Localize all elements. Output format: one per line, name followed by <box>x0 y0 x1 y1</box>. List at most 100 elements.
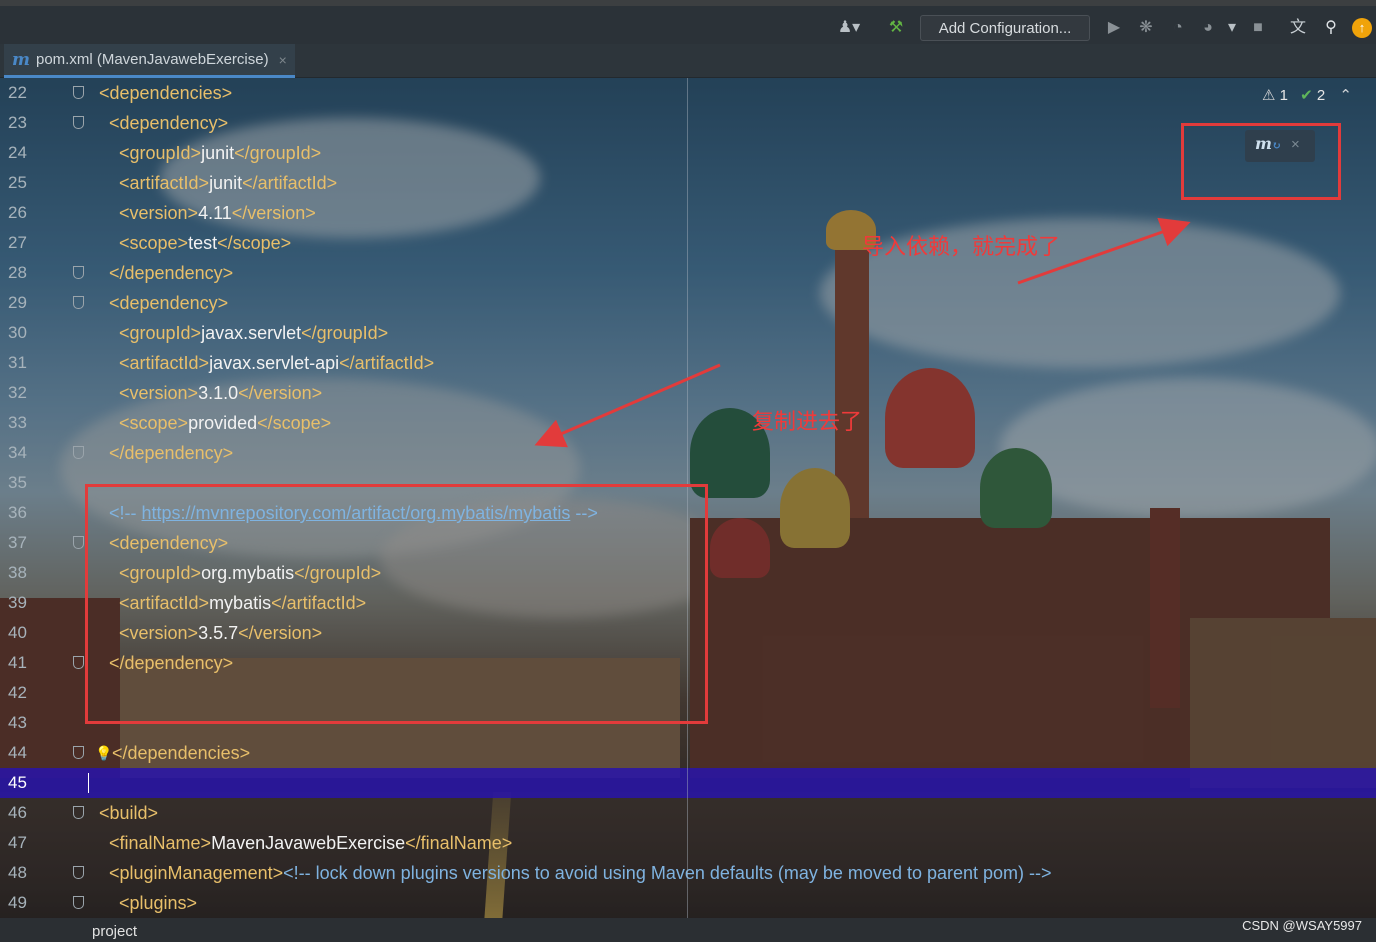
fold-marker-icon[interactable] <box>73 86 84 99</box>
line-number: 22 <box>8 83 27 102</box>
fold-marker-icon[interactable] <box>73 446 84 459</box>
code-line[interactable]: 30 <groupId>javax.servlet</groupId> <box>0 318 1376 348</box>
xml-tag: </scope> <box>217 233 292 253</box>
breadcrumb[interactable]: project <box>92 923 137 940</box>
line-number: 34 <box>8 443 27 462</box>
fold-marker-icon[interactable] <box>73 266 84 279</box>
run-icon[interactable]: ▶ <box>1104 18 1124 38</box>
fold-marker-icon[interactable] <box>73 536 84 549</box>
annotation-box-popup <box>1181 123 1341 200</box>
fold-marker-icon[interactable] <box>73 896 84 909</box>
code-line[interactable]: 23 <dependency> <box>0 108 1376 138</box>
code-line[interactable]: 29 <dependency> <box>0 288 1376 318</box>
xml-tag: <groupId> <box>119 143 202 163</box>
update-icon[interactable]: ↑ <box>1352 18 1372 38</box>
inspection-widget[interactable]: ⚠ 1 ✔ 2 ⌃ <box>1262 86 1352 106</box>
code-text: <version>3.1.0</version> <box>119 378 322 408</box>
watermark: CSDN @WSAY5997 <box>1242 918 1362 933</box>
code-line[interactable]: 31 <artifactId>javax.servlet-api</artifac… <box>0 348 1376 378</box>
more-dropdown-icon[interactable]: ▾ <box>1222 18 1242 38</box>
profile-icon[interactable]: ◕ <box>1198 18 1218 38</box>
translate-icon[interactable]: 文 <box>1288 18 1308 38</box>
code-line[interactable]: 33 <scope>provided</scope> <box>0 408 1376 438</box>
code-line[interactable]: 22 <dependencies> <box>0 78 1376 108</box>
fold-marker-icon[interactable] <box>73 116 84 129</box>
fold-marker-icon[interactable] <box>73 866 84 879</box>
xml-tag: </version> <box>231 203 316 223</box>
fold-marker-icon[interactable] <box>73 656 84 669</box>
line-number: 28 <box>8 263 27 282</box>
add-configuration-button[interactable]: Add Configuration... <box>920 15 1090 41</box>
main-toolbar: ♟▾ ⚒ Add Configuration... ▶ ❋ ◔ ◕ ▾ ■ 文 … <box>0 0 1376 44</box>
line-number: 40 <box>8 623 27 642</box>
annotation-copied: 复制进去了 <box>752 410 863 435</box>
intention-bulb-icon[interactable]: 💡 <box>95 738 112 768</box>
code-text: <finalName>MavenJavawebExercise</finalNa… <box>109 828 512 858</box>
line-number: 37 <box>8 533 27 552</box>
xml-value: provided <box>188 413 258 433</box>
code-text: <build> <box>99 798 158 828</box>
user-dropdown-icon[interactable]: ♟▾ <box>834 18 864 38</box>
line-number: 32 <box>8 383 27 402</box>
code-text: <artifactId>javax.servlet-api</artifactI… <box>119 348 434 378</box>
stop-icon[interactable]: ■ <box>1248 18 1268 38</box>
line-number: 47 <box>8 833 27 852</box>
code-text: <groupId>junit</groupId> <box>119 138 321 168</box>
code-line[interactable]: 45 <box>0 768 1376 798</box>
fold-marker-icon[interactable] <box>73 296 84 309</box>
code-text: <pluginManagement><!-- lock down plugins… <box>109 858 1052 888</box>
xml-tag: </finalName> <box>405 833 513 853</box>
code-line[interactable]: 24 <groupId>junit</groupId> <box>0 138 1376 168</box>
line-number: 24 <box>8 143 27 162</box>
xml-tag: <dependencies> <box>99 83 233 103</box>
check-count: 2 <box>1316 87 1326 104</box>
line-number: 29 <box>8 293 27 312</box>
hammer-build-icon[interactable]: ⚒ <box>886 18 906 38</box>
code-line[interactable]: 48 <pluginManagement><!-- lock down plugi… <box>0 858 1376 888</box>
tab-pom-xml[interactable]: m pom.xml (MavenJavawebExercise) × <box>4 44 295 78</box>
status-bar: project CSDN @WSAY5997 <box>0 918 1376 942</box>
xml-tag: </version> <box>238 383 323 403</box>
line-number: 41 <box>8 653 27 672</box>
code-line[interactable]: 46 <build> <box>0 798 1376 828</box>
xml-tag: </scope> <box>257 413 332 433</box>
debug-icon[interactable]: ❋ <box>1136 18 1156 38</box>
code-line[interactable]: 44 </dependencies> 💡 <box>0 738 1376 768</box>
code-line[interactable]: 47 <finalName>MavenJavawebExercise</final… <box>0 828 1376 858</box>
code-text: </dependencies> <box>112 738 250 768</box>
coverage-icon[interactable]: ◔ <box>1168 18 1188 38</box>
chevron-up-icon[interactable]: ⌃ <box>1339 87 1352 104</box>
code-text: <dependency> <box>109 108 228 138</box>
search-icon[interactable]: ⚲ <box>1321 18 1341 38</box>
xml-value: test <box>188 233 218 253</box>
line-number: 26 <box>8 203 27 222</box>
line-number: 23 <box>8 113 27 132</box>
xml-tag: <scope> <box>119 413 189 433</box>
xml-value: junit <box>209 173 243 193</box>
warning-icon: ⚠ <box>1262 87 1276 104</box>
xml-tag: <artifactId> <box>119 353 210 373</box>
code-line[interactable]: 32 <version>3.1.0</version> <box>0 378 1376 408</box>
line-number: 30 <box>8 323 27 342</box>
xml-tag: <artifactId> <box>119 173 210 193</box>
code-line[interactable]: 49 <plugins> <box>0 888 1376 918</box>
xml-tag: <version> <box>119 383 199 403</box>
annotation-imported: 导入依赖，就完成了 <box>862 235 1061 260</box>
xml-tag: <finalName> <box>109 833 212 853</box>
fold-marker-icon[interactable] <box>73 746 84 759</box>
xml-tag: </artifactId> <box>242 173 338 193</box>
xml-value: junit <box>201 143 235 163</box>
tab-label: pom.xml (MavenJavawebExercise) <box>36 51 269 68</box>
code-line[interactable]: 34 </dependency> <box>0 438 1376 468</box>
code-line[interactable]: 26 <version>4.11</version> <box>0 198 1376 228</box>
xml-value: javax.servlet-api <box>209 353 340 373</box>
code-line[interactable]: 27 <scope>test</scope> <box>0 228 1376 258</box>
code-line[interactable]: 25 <artifactId>junit</artifactId> <box>0 168 1376 198</box>
annotation-box-dependency <box>85 484 708 724</box>
code-line[interactable]: 28 </dependency> <box>0 258 1376 288</box>
fold-marker-icon[interactable] <box>73 806 84 819</box>
tab-close-icon[interactable]: × <box>279 52 287 68</box>
line-number: 44 <box>8 743 27 762</box>
warning-count: 1 <box>1279 87 1288 104</box>
xml-value: 4.11 <box>198 203 232 223</box>
